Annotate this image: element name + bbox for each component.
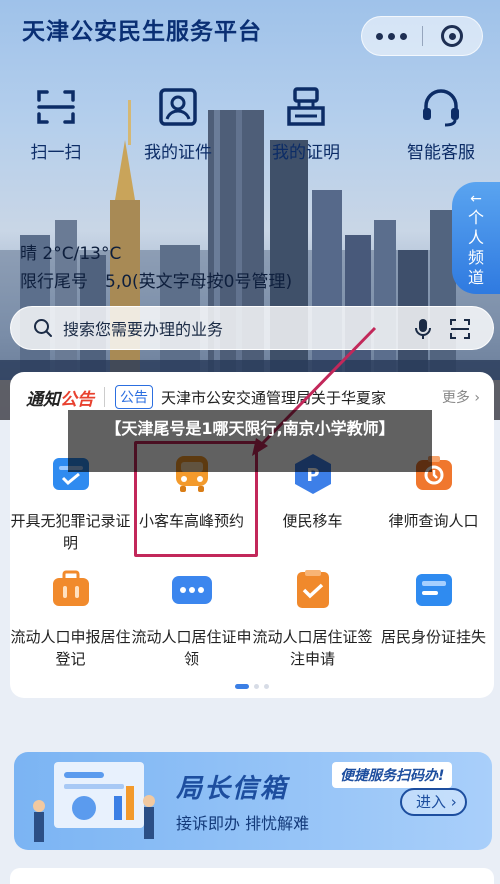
director-mailbox-banner[interactable]: 局长信箱 接诉即办 排忧解难 便捷服务扫码办! 进入 › — [14, 752, 492, 850]
enter-button[interactable]: 进入 › — [400, 788, 467, 816]
banner-title: 局长信箱 — [176, 774, 289, 804]
banner-subtitle: 接诉即办 排忧解难 — [176, 814, 310, 833]
banner-tag: 便捷服务扫码办! — [332, 762, 453, 788]
mailbox-illustration-icon — [33, 762, 155, 842]
bottom-card-edge — [10, 868, 494, 884]
caption-overlay: 【天津尾号是1哪天限行,南京小学教师】 — [68, 410, 432, 472]
